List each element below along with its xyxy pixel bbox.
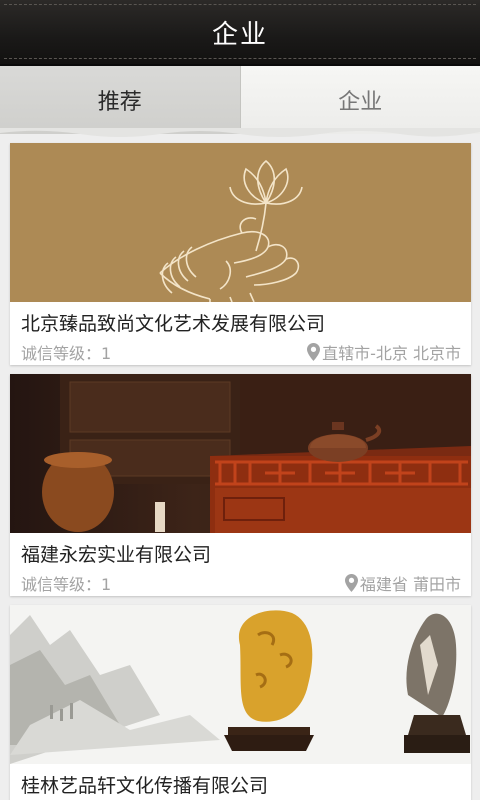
company-location: 福建省 莆田市 (344, 571, 461, 595)
location-pin-icon (307, 343, 321, 361)
page-title: 企业 (211, 19, 268, 50)
company-card[interactable]: 福建永宏实业有限公司 诚信等级：1 福建省 莆田市 (10, 374, 471, 596)
tab-bar: 推荐 企业 (0, 66, 480, 134)
company-name: 福建永宏实业有限公司 (21, 544, 212, 566)
company-card[interactable]: 桂林艺品轩文化传播有限公司 (10, 605, 471, 800)
tab-wave-divider (0, 128, 480, 137)
company-image (10, 143, 471, 302)
company-image (10, 605, 471, 764)
location-text: 福建省 莆田市 (359, 575, 461, 594)
credit-grade: 诚信等级：1 (21, 575, 112, 594)
credit-grade: 诚信等级：1 (21, 344, 112, 363)
tab-companies[interactable]: 企业 (240, 66, 480, 134)
company-location: 直辖市-北京 北京市 (307, 340, 461, 364)
location-text: 直辖市-北京 北京市 (322, 344, 461, 363)
location-pin-icon (344, 574, 358, 592)
company-name: 北京臻品致尚文化艺术发展有限公司 (21, 313, 326, 335)
carved-wood-teapot-display (42, 374, 471, 533)
ink-landscape-stones (10, 610, 470, 764)
company-name: 桂林艺品轩文化传播有限公司 (21, 775, 269, 797)
app-header: 企业 (0, 0, 480, 66)
company-card[interactable]: 北京臻品致尚文化艺术发展有限公司 诚信等级：1 直辖市-北京 北京市 (10, 143, 471, 365)
lotus-hand-illustration (159, 159, 303, 302)
tab-recommended[interactable]: 推荐 (0, 66, 241, 134)
company-image (10, 374, 471, 533)
